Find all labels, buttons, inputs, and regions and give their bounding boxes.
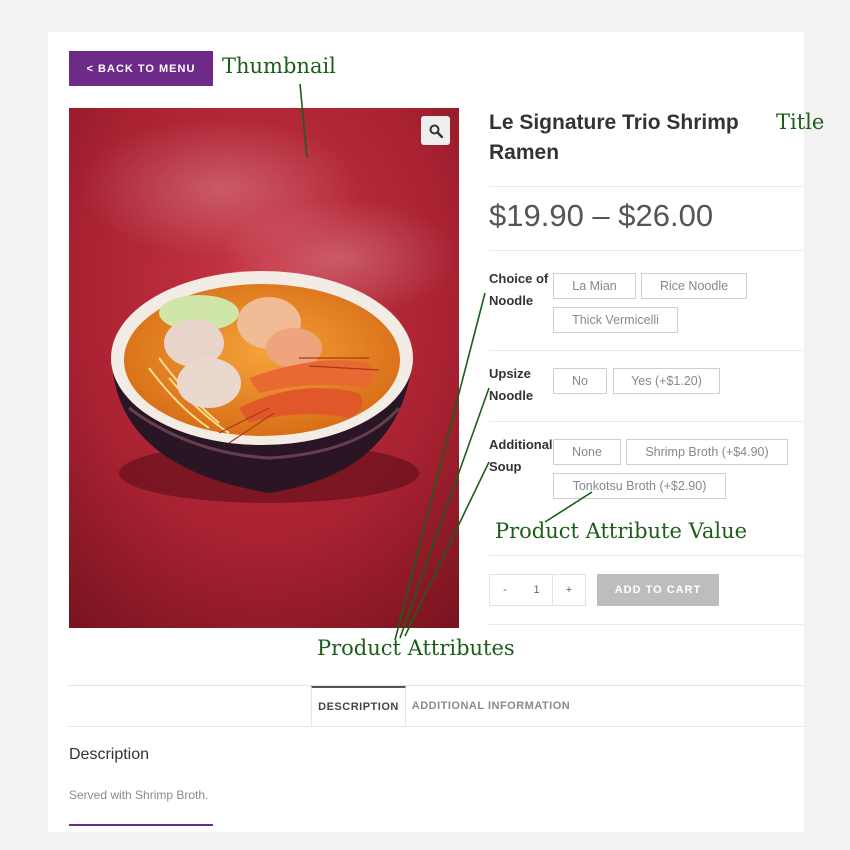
tabs-bottom-border	[69, 726, 803, 727]
divider	[489, 624, 803, 625]
divider	[489, 186, 803, 187]
back-to-menu-button[interactable]: < BACK TO MENU	[69, 51, 213, 86]
attribute-value-none[interactable]: None	[553, 439, 621, 465]
description-text: Served with Shrimp Broth.	[69, 788, 209, 802]
attribute-value-la-mian[interactable]: La Mian	[553, 273, 636, 299]
quantity-plus-button[interactable]: +	[552, 574, 586, 606]
attribute-label-soup: Additional Soup	[489, 437, 553, 474]
tab-additional-information[interactable]: ADDITIONAL INFORMATION	[408, 686, 574, 726]
magnifier-icon	[429, 124, 443, 138]
attribute-value-thick-vermicelli[interactable]: Thick Vermicelli	[553, 307, 678, 333]
annotation-attribute-value: Product Attribute Value	[495, 519, 748, 543]
attribute-label-noodle: Choice of Noodle	[489, 271, 549, 308]
attribute-value-yes[interactable]: Yes (+$1.20)	[613, 368, 720, 394]
description-heading: Description	[69, 746, 150, 763]
attribute-value-rice-noodle[interactable]: Rice Noodle	[641, 273, 747, 299]
product-title: Le Signature Trio Shrimp Ramen	[489, 111, 739, 164]
divider	[489, 350, 803, 351]
product-thumbnail[interactable]	[69, 108, 459, 628]
divider	[489, 421, 803, 422]
product-price: $19.90 – $26.00	[489, 198, 714, 233]
tab-description[interactable]: DESCRIPTION	[311, 686, 406, 726]
annotation-title: Title	[776, 110, 825, 134]
quantity-minus-button[interactable]: -	[489, 574, 521, 606]
divider	[489, 250, 803, 251]
attribute-value-tonkotsu-broth[interactable]: Tonkotsu Broth (+$2.90)	[553, 473, 726, 499]
ramen-bowl-image	[69, 108, 459, 628]
annotation-attributes: Product Attributes	[317, 636, 515, 660]
add-to-cart-button[interactable]: ADD TO CART	[597, 574, 719, 606]
quantity-input[interactable]: 1	[520, 574, 553, 606]
footer-accent-rule	[69, 824, 213, 826]
attribute-value-no[interactable]: No	[553, 368, 607, 394]
attribute-value-shrimp-broth[interactable]: Shrimp Broth (+$4.90)	[626, 439, 788, 465]
divider	[489, 555, 803, 556]
annotation-thumbnail: Thumbnail	[222, 54, 336, 78]
zoom-button[interactable]	[421, 116, 450, 145]
attribute-label-upsize: Upsize Noodle	[489, 366, 534, 403]
